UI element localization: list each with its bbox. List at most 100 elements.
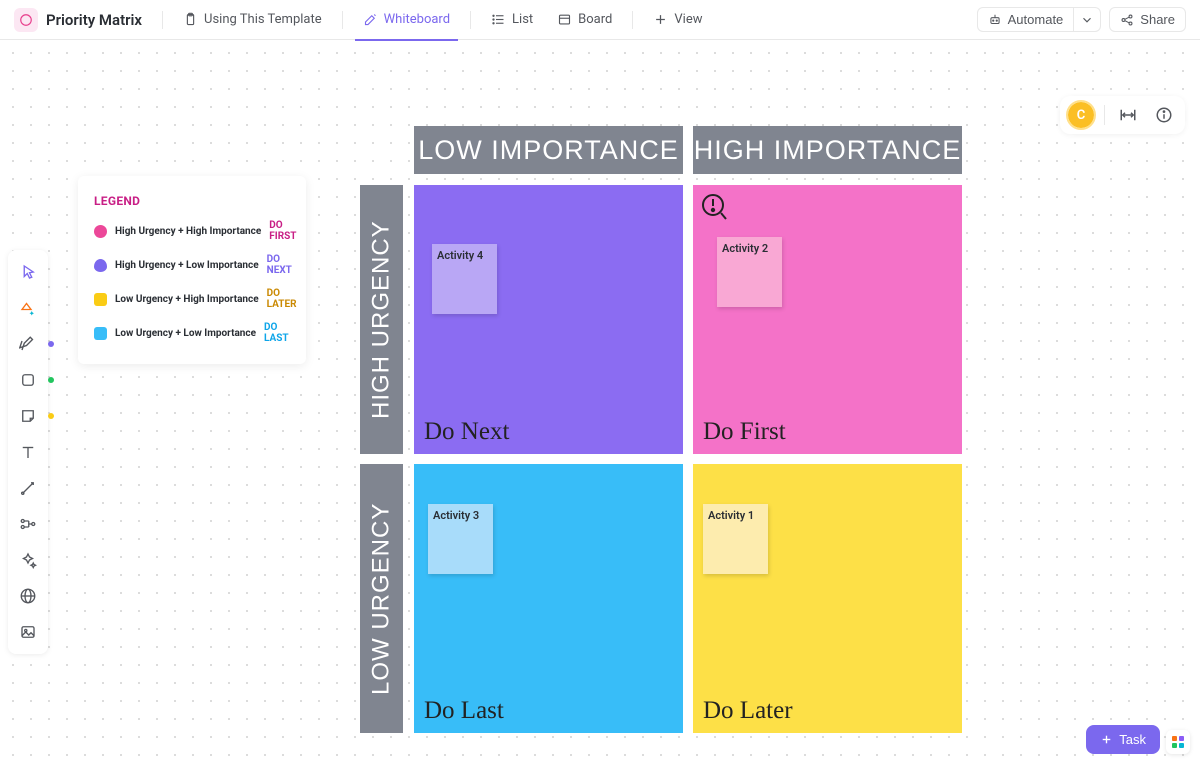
divider bbox=[162, 11, 163, 29]
plus-icon bbox=[1100, 733, 1113, 746]
apps-button[interactable] bbox=[1166, 730, 1190, 754]
divider bbox=[342, 11, 343, 29]
tab-label: Board bbox=[578, 12, 612, 27]
sticky-text: Activity 1 bbox=[708, 509, 754, 522]
square-icon bbox=[19, 371, 37, 389]
row-header-high-urgency[interactable]: HIGH URGENCY bbox=[360, 185, 403, 454]
add-view-button[interactable]: View bbox=[645, 0, 710, 40]
legend-label: Low Urgency + Low Importance bbox=[115, 328, 256, 339]
task-button-label: Task bbox=[1119, 732, 1146, 747]
connector-tool[interactable] bbox=[12, 472, 44, 504]
legend-swatch bbox=[94, 293, 107, 306]
color-dot bbox=[48, 341, 54, 347]
whiteboard-canvas[interactable]: C LEGEND High Urgency + High Importance … bbox=[0, 40, 1200, 772]
legend-swatch bbox=[94, 327, 107, 340]
page-title: Priority Matrix bbox=[46, 11, 142, 29]
shape-tool[interactable] bbox=[12, 364, 44, 396]
quadrant-label: Do First bbox=[703, 418, 786, 446]
tab-board[interactable]: Board bbox=[549, 0, 620, 40]
sticky-note[interactable]: Activity 4 bbox=[432, 244, 497, 314]
automate-label: Automate bbox=[1008, 12, 1064, 27]
legend-title: LEGEND bbox=[94, 194, 290, 208]
web-tool[interactable] bbox=[12, 580, 44, 612]
ai-tool[interactable] bbox=[12, 544, 44, 576]
automate-dropdown[interactable] bbox=[1074, 7, 1101, 32]
robot-icon bbox=[988, 13, 1002, 27]
clipboard-icon bbox=[183, 12, 198, 27]
collaborators-widget: C bbox=[1060, 96, 1185, 134]
text-tool[interactable] bbox=[12, 436, 44, 468]
sticky-text: Activity 2 bbox=[722, 242, 768, 255]
info-icon bbox=[1155, 106, 1173, 124]
legend-tag: DO LAST bbox=[264, 322, 290, 344]
sparkles-icon bbox=[19, 551, 37, 569]
legend-row: Low Urgency + Low Importance DO LAST bbox=[94, 322, 290, 344]
divider bbox=[470, 11, 471, 29]
legend-tag: DO LATER bbox=[267, 288, 297, 310]
avatar[interactable]: C bbox=[1068, 102, 1094, 128]
top-bar: Priority Matrix Using This Template Whit… bbox=[0, 0, 1200, 40]
quadrant-do-next[interactable]: Activity 4 Do Next bbox=[414, 185, 683, 454]
pen-tool[interactable] bbox=[12, 328, 44, 360]
text-icon bbox=[19, 443, 37, 461]
tab-label: Using This Template bbox=[204, 12, 322, 27]
tab-using-template[interactable]: Using This Template bbox=[175, 0, 330, 40]
whiteboard-icon bbox=[363, 12, 378, 27]
select-tool[interactable] bbox=[12, 256, 44, 288]
quadrant-label: Do Last bbox=[424, 697, 504, 725]
nodes-icon bbox=[19, 515, 37, 533]
color-dot bbox=[48, 377, 54, 383]
apps-grid-icon bbox=[1172, 736, 1184, 748]
pen-icon bbox=[19, 335, 37, 353]
tab-whiteboard[interactable]: Whiteboard bbox=[355, 0, 458, 40]
legend-row: Low Urgency + High Importance DO LATER bbox=[94, 288, 290, 310]
alert-icon bbox=[701, 193, 727, 225]
tab-label: List bbox=[512, 12, 533, 27]
legend-card[interactable]: LEGEND High Urgency + High Importance DO… bbox=[78, 176, 306, 364]
fit-width-button[interactable] bbox=[1115, 102, 1141, 128]
divider bbox=[1104, 105, 1105, 125]
share-label: Share bbox=[1140, 12, 1175, 27]
add-task-button[interactable]: Task bbox=[1086, 725, 1160, 754]
sticky-note[interactable]: Activity 2 bbox=[717, 237, 782, 307]
row-header-low-urgency[interactable]: LOW URGENCY bbox=[360, 464, 403, 733]
quadrant-do-later[interactable]: Activity 1 Do Later bbox=[693, 464, 962, 733]
image-icon bbox=[19, 623, 37, 641]
cursor-icon bbox=[19, 263, 37, 281]
tab-list[interactable]: List bbox=[483, 0, 541, 40]
legend-label: High Urgency + Low Importance bbox=[115, 260, 259, 271]
col-header-low-importance[interactable]: LOW IMPORTANCE bbox=[414, 126, 683, 174]
divider bbox=[632, 11, 633, 29]
plus-icon bbox=[653, 12, 668, 27]
legend-label: Low Urgency + High Importance bbox=[115, 294, 259, 305]
legend-swatch bbox=[94, 225, 107, 238]
fit-width-icon bbox=[1119, 106, 1137, 124]
quadrant-label: Do Next bbox=[424, 418, 509, 446]
relations-tool[interactable] bbox=[12, 508, 44, 540]
globe-icon bbox=[19, 587, 37, 605]
quadrant-label: Do Later bbox=[703, 697, 793, 725]
quadrant-do-last[interactable]: Activity 3 Do Last bbox=[414, 464, 683, 733]
legend-tag: DO NEXT bbox=[267, 254, 292, 276]
sticky-text: Activity 4 bbox=[437, 249, 483, 262]
sticky-tool[interactable] bbox=[12, 400, 44, 432]
sparkle-shape-icon bbox=[19, 299, 37, 317]
quadrant-do-first[interactable]: Activity 2 Do First bbox=[693, 185, 962, 454]
generate-tool[interactable] bbox=[12, 292, 44, 324]
share-button[interactable]: Share bbox=[1109, 7, 1186, 32]
color-dot bbox=[48, 413, 54, 419]
info-button[interactable] bbox=[1151, 102, 1177, 128]
automate-button[interactable]: Automate bbox=[977, 7, 1075, 32]
sticky-note-icon bbox=[19, 407, 37, 425]
col-header-high-importance[interactable]: HIGH IMPORTANCE bbox=[693, 126, 962, 174]
legend-row: High Urgency + Low Importance DO NEXT bbox=[94, 254, 290, 276]
add-view-label: View bbox=[674, 12, 702, 27]
board-icon bbox=[557, 12, 572, 27]
share-icon bbox=[1120, 13, 1134, 27]
sticky-note[interactable]: Activity 1 bbox=[703, 504, 768, 574]
topbar-right: Automate Share bbox=[977, 7, 1186, 32]
image-tool[interactable] bbox=[12, 616, 44, 648]
sticky-note[interactable]: Activity 3 bbox=[428, 504, 493, 574]
chevron-down-icon bbox=[1080, 13, 1094, 27]
app-logo bbox=[14, 8, 38, 32]
